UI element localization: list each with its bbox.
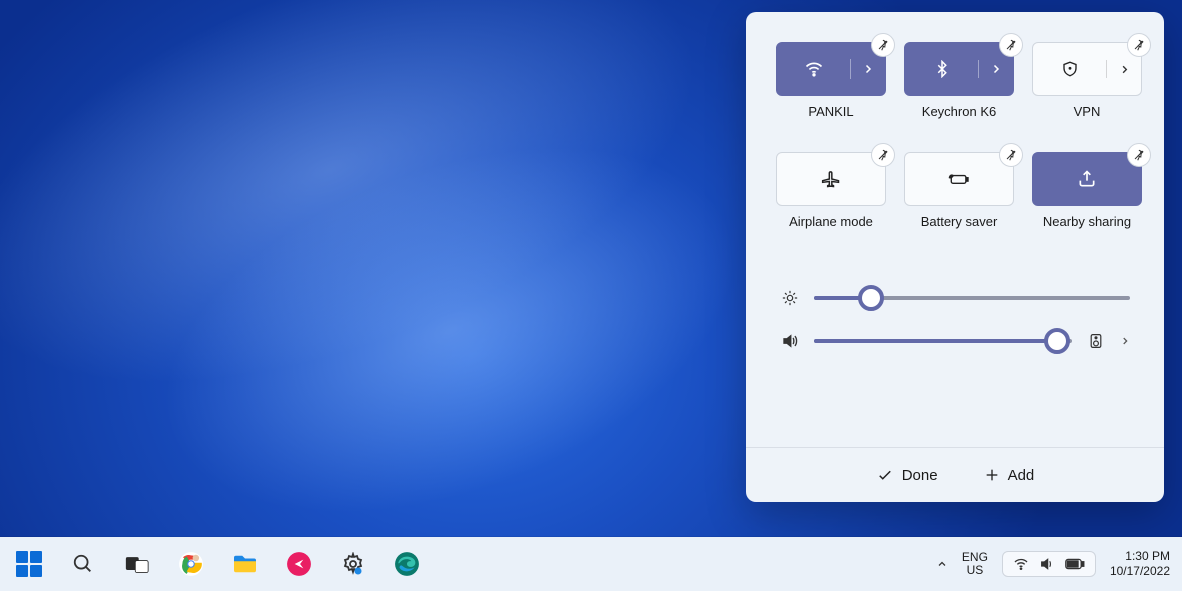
share-icon bbox=[1033, 169, 1141, 189]
wifi-expand-icon[interactable] bbox=[851, 63, 885, 75]
file-explorer-icon[interactable] bbox=[228, 547, 262, 581]
shield-icon bbox=[1033, 60, 1107, 78]
unpin-icon[interactable] bbox=[999, 143, 1023, 167]
airplane-mode-tile[interactable] bbox=[776, 152, 886, 206]
taskbar: ENG US 1:30 PM 10/17/2022 bbox=[0, 537, 1182, 591]
volume-row bbox=[780, 332, 1130, 350]
pinned-app-icon[interactable] bbox=[282, 547, 316, 581]
unpin-icon[interactable] bbox=[999, 33, 1023, 57]
plus-icon bbox=[984, 467, 1000, 483]
battery-saver-icon bbox=[905, 169, 1013, 189]
volume-icon bbox=[780, 332, 800, 350]
task-view-icon bbox=[125, 554, 149, 574]
tray-volume-icon bbox=[1039, 556, 1055, 572]
gear-icon bbox=[341, 552, 365, 576]
bluetooth-label: Keychron K6 bbox=[922, 104, 996, 122]
bluetooth-expand-icon[interactable] bbox=[979, 63, 1013, 75]
battery-saver-label: Battery saver bbox=[921, 214, 998, 232]
add-button[interactable]: Add bbox=[984, 467, 1035, 484]
add-label: Add bbox=[1008, 467, 1035, 484]
settings-app-icon[interactable] bbox=[336, 547, 370, 581]
chrome-icon bbox=[178, 551, 204, 577]
time-text: 1:30 PM bbox=[1110, 549, 1170, 564]
battery-saver-tile[interactable] bbox=[904, 152, 1014, 206]
wifi-label: PANKIL bbox=[808, 104, 853, 122]
unpin-icon[interactable] bbox=[1127, 33, 1151, 57]
search-icon bbox=[72, 553, 94, 575]
airplane-icon bbox=[777, 169, 885, 189]
pink-app-icon bbox=[286, 551, 312, 577]
chrome-app-icon[interactable] bbox=[174, 547, 208, 581]
nearby-sharing-tile[interactable] bbox=[1032, 152, 1142, 206]
wifi-tile[interactable] bbox=[776, 42, 886, 96]
brightness-row bbox=[780, 290, 1130, 306]
vpn-expand-icon[interactable] bbox=[1107, 64, 1141, 75]
unpin-icon[interactable] bbox=[1127, 143, 1151, 167]
system-tray[interactable] bbox=[1002, 551, 1096, 577]
brightness-icon bbox=[780, 290, 800, 306]
done-button[interactable]: Done bbox=[876, 466, 938, 484]
tray-expand-icon[interactable] bbox=[936, 558, 948, 570]
unpin-icon[interactable] bbox=[871, 33, 895, 57]
brightness-slider[interactable] bbox=[814, 296, 1130, 300]
quick-settings-panel: PANKIL Keychron K6 bbox=[746, 12, 1164, 502]
audio-output-expand-icon[interactable] bbox=[1120, 336, 1130, 346]
quick-settings-tiles: PANKIL Keychron K6 bbox=[746, 12, 1164, 240]
edge-app-icon[interactable] bbox=[390, 547, 424, 581]
tray-battery-icon bbox=[1065, 557, 1085, 571]
done-label: Done bbox=[902, 467, 938, 484]
bluetooth-tile[interactable] bbox=[904, 42, 1014, 96]
task-view-button[interactable] bbox=[120, 547, 154, 581]
language-indicator[interactable]: ENG US bbox=[962, 551, 988, 577]
audio-output-icon[interactable] bbox=[1086, 333, 1106, 349]
airplane-label: Airplane mode bbox=[789, 214, 873, 232]
checkmark-icon bbox=[876, 466, 894, 484]
wifi-icon bbox=[777, 59, 851, 79]
nearby-sharing-label: Nearby sharing bbox=[1043, 214, 1131, 232]
folder-icon bbox=[232, 553, 258, 575]
edge-icon bbox=[394, 551, 420, 577]
language-region: US bbox=[962, 564, 988, 577]
tray-wifi-icon bbox=[1013, 556, 1029, 572]
search-button[interactable] bbox=[66, 547, 100, 581]
volume-slider[interactable] bbox=[814, 339, 1072, 343]
desktop-wallpaper: PANKIL Keychron K6 bbox=[0, 0, 1182, 591]
date-text: 10/17/2022 bbox=[1110, 564, 1170, 579]
vpn-label: VPN bbox=[1074, 104, 1101, 122]
bluetooth-icon bbox=[905, 60, 979, 78]
windows-logo-icon bbox=[16, 551, 42, 577]
quick-settings-footer: Done Add bbox=[746, 447, 1164, 502]
unpin-icon[interactable] bbox=[871, 143, 895, 167]
vpn-tile[interactable] bbox=[1032, 42, 1142, 96]
sliders-section bbox=[746, 240, 1164, 386]
start-button[interactable] bbox=[12, 547, 46, 581]
clock[interactable]: 1:30 PM 10/17/2022 bbox=[1110, 549, 1170, 579]
